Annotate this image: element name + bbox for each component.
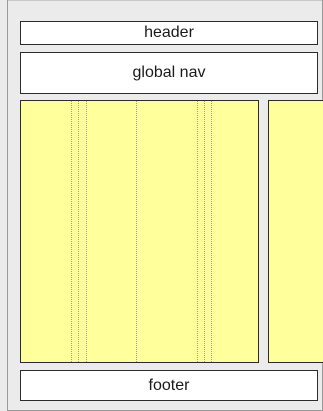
global-nav-label: global nav [132, 64, 206, 81]
grid-guide-line [86, 101, 87, 362]
footer-label: footer [148, 376, 190, 394]
header-label: header [144, 24, 194, 41]
grid-guide-line [78, 101, 79, 362]
grid-guide-line [204, 101, 205, 362]
footer-region: footer [20, 370, 318, 401]
global-nav-region: global nav [20, 52, 318, 94]
grid-guide-line [197, 101, 198, 362]
main-content-column [20, 100, 259, 363]
grid-guide-line [136, 101, 137, 362]
sidebar-column [268, 100, 323, 363]
header-region: header [20, 21, 318, 45]
grid-guide-line [71, 101, 72, 362]
grid-guide-line [211, 101, 212, 362]
